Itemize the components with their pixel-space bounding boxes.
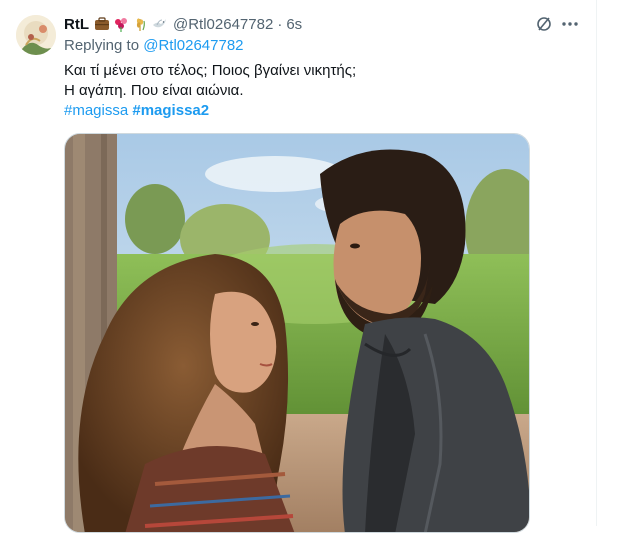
briefcase-emoji-icon: [95, 17, 109, 30]
name-emojis: [94, 16, 167, 32]
dove-emoji-icon: [153, 19, 166, 28]
tweet-text-line-1: Και τί μένει στο τέλος; Ποιος βγαίνει νι…: [64, 62, 357, 79]
avatar[interactable]: [16, 15, 56, 55]
more-icon: [562, 22, 578, 26]
replying-to: Replying to @Rtl02647782: [64, 37, 244, 54]
tweet-card[interactable]: RtL @Rtl02647782 · 6s Replying to @Rtl02…: [0, 0, 617, 533]
tweet-text-line-2: Η αγάπη. Που είναι αιώνια.: [64, 82, 244, 99]
timeline-border: [596, 0, 597, 526]
tweet-photo[interactable]: [64, 133, 530, 533]
more-options-button[interactable]: [556, 13, 584, 35]
display-name[interactable]: RtL: [64, 16, 89, 33]
replying-prefix: Replying to: [64, 37, 140, 54]
hashtag-magissa2[interactable]: #magissa2: [132, 102, 209, 119]
hashtag-magissa[interactable]: #magissa: [64, 102, 128, 119]
tweet-header: RtL @Rtl02647782 · 6s: [64, 14, 302, 34]
timestamp[interactable]: 6s: [286, 16, 302, 33]
grok-icon[interactable]: [532, 13, 556, 35]
wheat-emoji-icon: [136, 18, 145, 31]
hashtag-row: #magissa #magissa2: [64, 101, 584, 121]
slash-circle-icon: [537, 17, 551, 31]
replying-to-handle[interactable]: @Rtl02647782: [143, 37, 243, 54]
user-handle[interactable]: @Rtl02647782: [173, 16, 273, 33]
flowers-emoji-icon: [115, 18, 127, 32]
tweet-text: Και τί μένει στο τέλος; Ποιος βγαίνει νι…: [64, 61, 584, 121]
separator-dot: ·: [277, 15, 283, 33]
photo-image: [65, 134, 529, 532]
